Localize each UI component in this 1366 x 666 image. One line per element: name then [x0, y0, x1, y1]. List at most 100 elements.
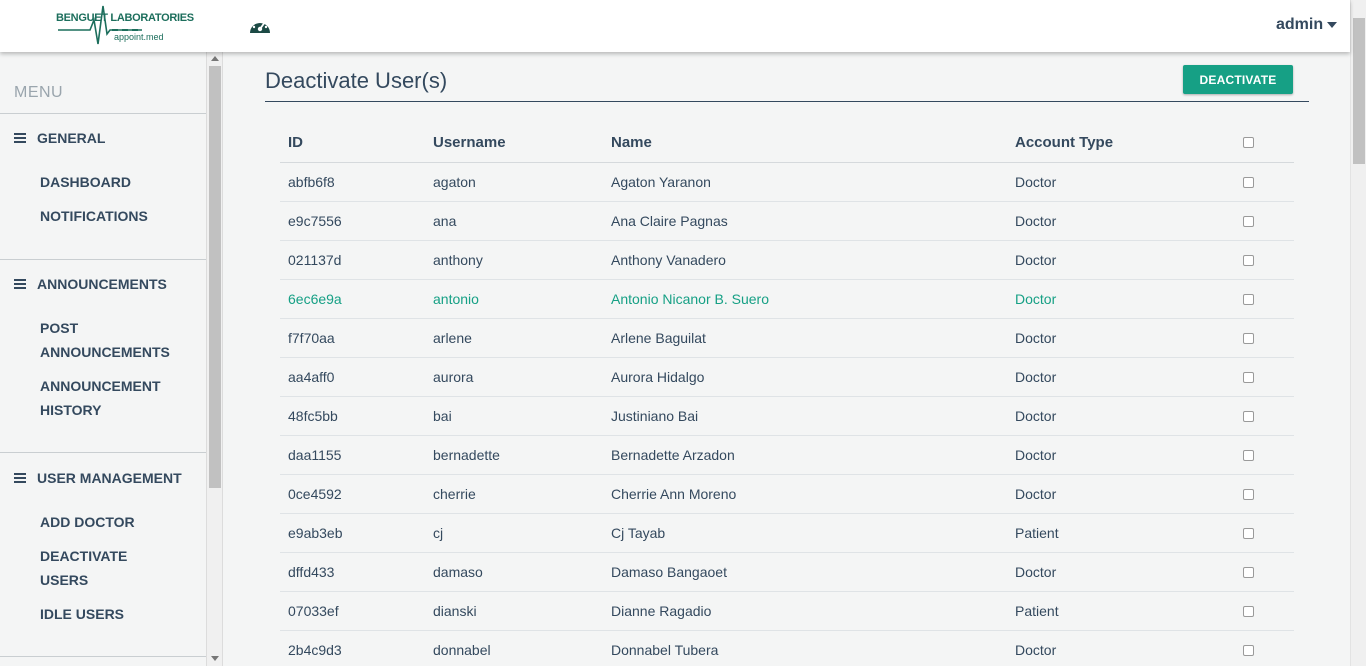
scroll-up-arrow-icon[interactable] [211, 56, 219, 61]
table-row[interactable]: 2b4c9d3 donnabel Donnabel Tubera Doctor [280, 630, 1294, 666]
sidebar-item-add-doctor[interactable]: ADD DOCTOR [40, 510, 190, 534]
sidebar-item-idle-users[interactable]: IDLE USERS [40, 602, 190, 626]
cell-account-type: Doctor [1007, 318, 1235, 358]
row-checkbox[interactable] [1243, 645, 1254, 657]
sidebar-item-post-announcements[interactable]: POST ANNOUNCEMENTS [40, 316, 190, 364]
cell-id: 6ec6e9a [280, 279, 425, 319]
cell-username: bernadette [425, 435, 603, 475]
row-checkbox[interactable] [1243, 216, 1254, 228]
table-row[interactable]: 0ce4592 cherrie Cherrie Ann Moreno Doctor [280, 474, 1294, 514]
column-header-username: Username [425, 123, 603, 163]
cell-account-type: Doctor [1007, 240, 1235, 280]
cell-account-type: Doctor [1007, 279, 1235, 319]
cell-id: dffd433 [280, 552, 425, 592]
cell-username: cherrie [425, 474, 603, 514]
cell-name: Cherrie Ann Moreno [603, 474, 1007, 514]
deactivate-button[interactable]: DEACTIVATE [1183, 65, 1293, 94]
hamburger-icon [14, 473, 26, 483]
cell-name: Arlene Baguilat [603, 318, 1007, 358]
sidebar-scrollbar-thumb[interactable] [209, 66, 221, 488]
divider [0, 259, 206, 260]
cell-username: dianski [425, 591, 603, 631]
cell-username: agaton [425, 162, 603, 202]
cell-account-type: Doctor [1007, 201, 1235, 241]
section-general[interactable]: GENERAL [14, 130, 105, 146]
benguet-logo[interactable]: BENGUET LABORATORIES appoint.med [56, 4, 196, 48]
row-checkbox[interactable] [1243, 177, 1254, 189]
cell-username: ana [425, 201, 603, 241]
section-label: USER MANAGEMENT [37, 470, 182, 486]
row-checkbox[interactable] [1243, 606, 1254, 618]
cell-username: damaso [425, 552, 603, 592]
user-menu[interactable]: admin [1276, 16, 1338, 34]
row-checkbox[interactable] [1243, 372, 1254, 384]
users-table: ID Username Name Account Type abfb6f8 aga… [280, 123, 1294, 666]
cell-select [1235, 318, 1294, 358]
sidebar-item-notifications[interactable]: NOTIFICATIONS [40, 204, 190, 228]
table-row[interactable]: dffd433 damaso Damaso Bangaoet Doctor [280, 552, 1294, 592]
scroll-down-arrow-icon[interactable] [211, 656, 219, 661]
table-row[interactable]: 48fc5bb bai Justiniano Bai Doctor [280, 396, 1294, 436]
cell-select [1235, 279, 1294, 319]
table-row[interactable]: abfb6f8 agaton Agaton Yaranon Doctor [280, 162, 1294, 202]
cell-select [1235, 474, 1294, 514]
cell-username: antonio [425, 279, 603, 319]
cell-id: 021137d [280, 240, 425, 280]
cell-account-type: Patient [1007, 513, 1235, 553]
section-user-management[interactable]: USER MANAGEMENT [14, 470, 182, 486]
sidebar-scrollbar[interactable] [206, 52, 223, 666]
select-all-checkbox[interactable] [1243, 137, 1254, 149]
cell-id: e9ab3eb [280, 513, 425, 553]
speedometer-icon[interactable] [248, 15, 272, 37]
row-checkbox[interactable] [1243, 450, 1254, 462]
cell-account-type: Doctor [1007, 474, 1235, 514]
cell-account-type: Doctor [1007, 630, 1235, 666]
row-checkbox[interactable] [1243, 489, 1254, 501]
top-navbar: BENGUET LABORATORIES appoint.med admin [0, 0, 1350, 52]
table-row[interactable]: 07033ef dianski Dianne Ragadio Patient [280, 591, 1294, 631]
table-row[interactable]: e9ab3eb cj Cj Tayab Patient [280, 513, 1294, 553]
table-row[interactable]: aa4aff0 aurora Aurora Hidalgo Doctor [280, 357, 1294, 397]
table-row[interactable]: daa1155 bernadette Bernadette Arzadon Docto… [280, 435, 1294, 475]
user-menu-label: admin [1276, 16, 1324, 33]
cell-username: arlene [425, 318, 603, 358]
row-checkbox[interactable] [1243, 255, 1254, 267]
cell-id: aa4aff0 [280, 357, 425, 397]
cell-id: 07033ef [280, 591, 425, 631]
cell-name: Antonio Nicanor B. Suero [603, 279, 1007, 319]
table-row[interactable]: 021137d anthony Anthony Vanadero Doctor [280, 240, 1294, 280]
sidebar-item-deactivate-users[interactable]: DEACTIVATE USERS [40, 544, 150, 592]
section-label: GENERAL [37, 130, 106, 146]
table-row[interactable]: 6ec6e9a antonio Antonio Nicanor B. Suero Do… [280, 279, 1294, 319]
cell-username: aurora [425, 357, 603, 397]
menu-title: MENU [14, 84, 64, 101]
column-header-id: ID [280, 123, 425, 163]
table-row[interactable]: f7f70aa arlene Arlene Baguilat Doctor [280, 318, 1294, 358]
cell-name: Ana Claire Pagnas [603, 201, 1007, 241]
cell-id: daa1155 [280, 435, 425, 475]
cell-name: Damaso Bangaoet [603, 552, 1007, 592]
title-underline [265, 101, 1309, 102]
cell-account-type: Doctor [1007, 396, 1235, 436]
sidebar-item-dashboard[interactable]: DASHBOARD [40, 170, 190, 194]
table-row[interactable]: e9c7556 ana Ana Claire Pagnas Doctor [280, 201, 1294, 241]
cell-select [1235, 513, 1294, 553]
page-scrollbar[interactable] [1350, 0, 1366, 666]
cell-name: Justiniano Bai [603, 396, 1007, 436]
caret-down-icon [1327, 21, 1338, 28]
logo-subtitle: appoint.med [114, 32, 164, 42]
row-checkbox[interactable] [1243, 411, 1254, 423]
cell-name: Dianne Ragadio [603, 591, 1007, 631]
divider [0, 656, 206, 657]
cell-id: e9c7556 [280, 201, 425, 241]
sidebar-item-announcement-history[interactable]: ANNOUNCEMENT HISTORY [40, 374, 190, 422]
row-checkbox[interactable] [1243, 567, 1254, 579]
cell-account-type: Doctor [1007, 435, 1235, 475]
column-header-name: Name [603, 123, 1007, 163]
sidebar: MENU GENERAL DASHBOARD NOTIFICATIONS ANN… [0, 52, 206, 666]
row-checkbox[interactable] [1243, 528, 1254, 540]
section-announcements[interactable]: ANNOUNCEMENTS [14, 276, 167, 292]
page-scrollbar-thumb[interactable] [1353, 18, 1365, 164]
row-checkbox[interactable] [1243, 333, 1254, 345]
row-checkbox[interactable] [1243, 294, 1254, 306]
